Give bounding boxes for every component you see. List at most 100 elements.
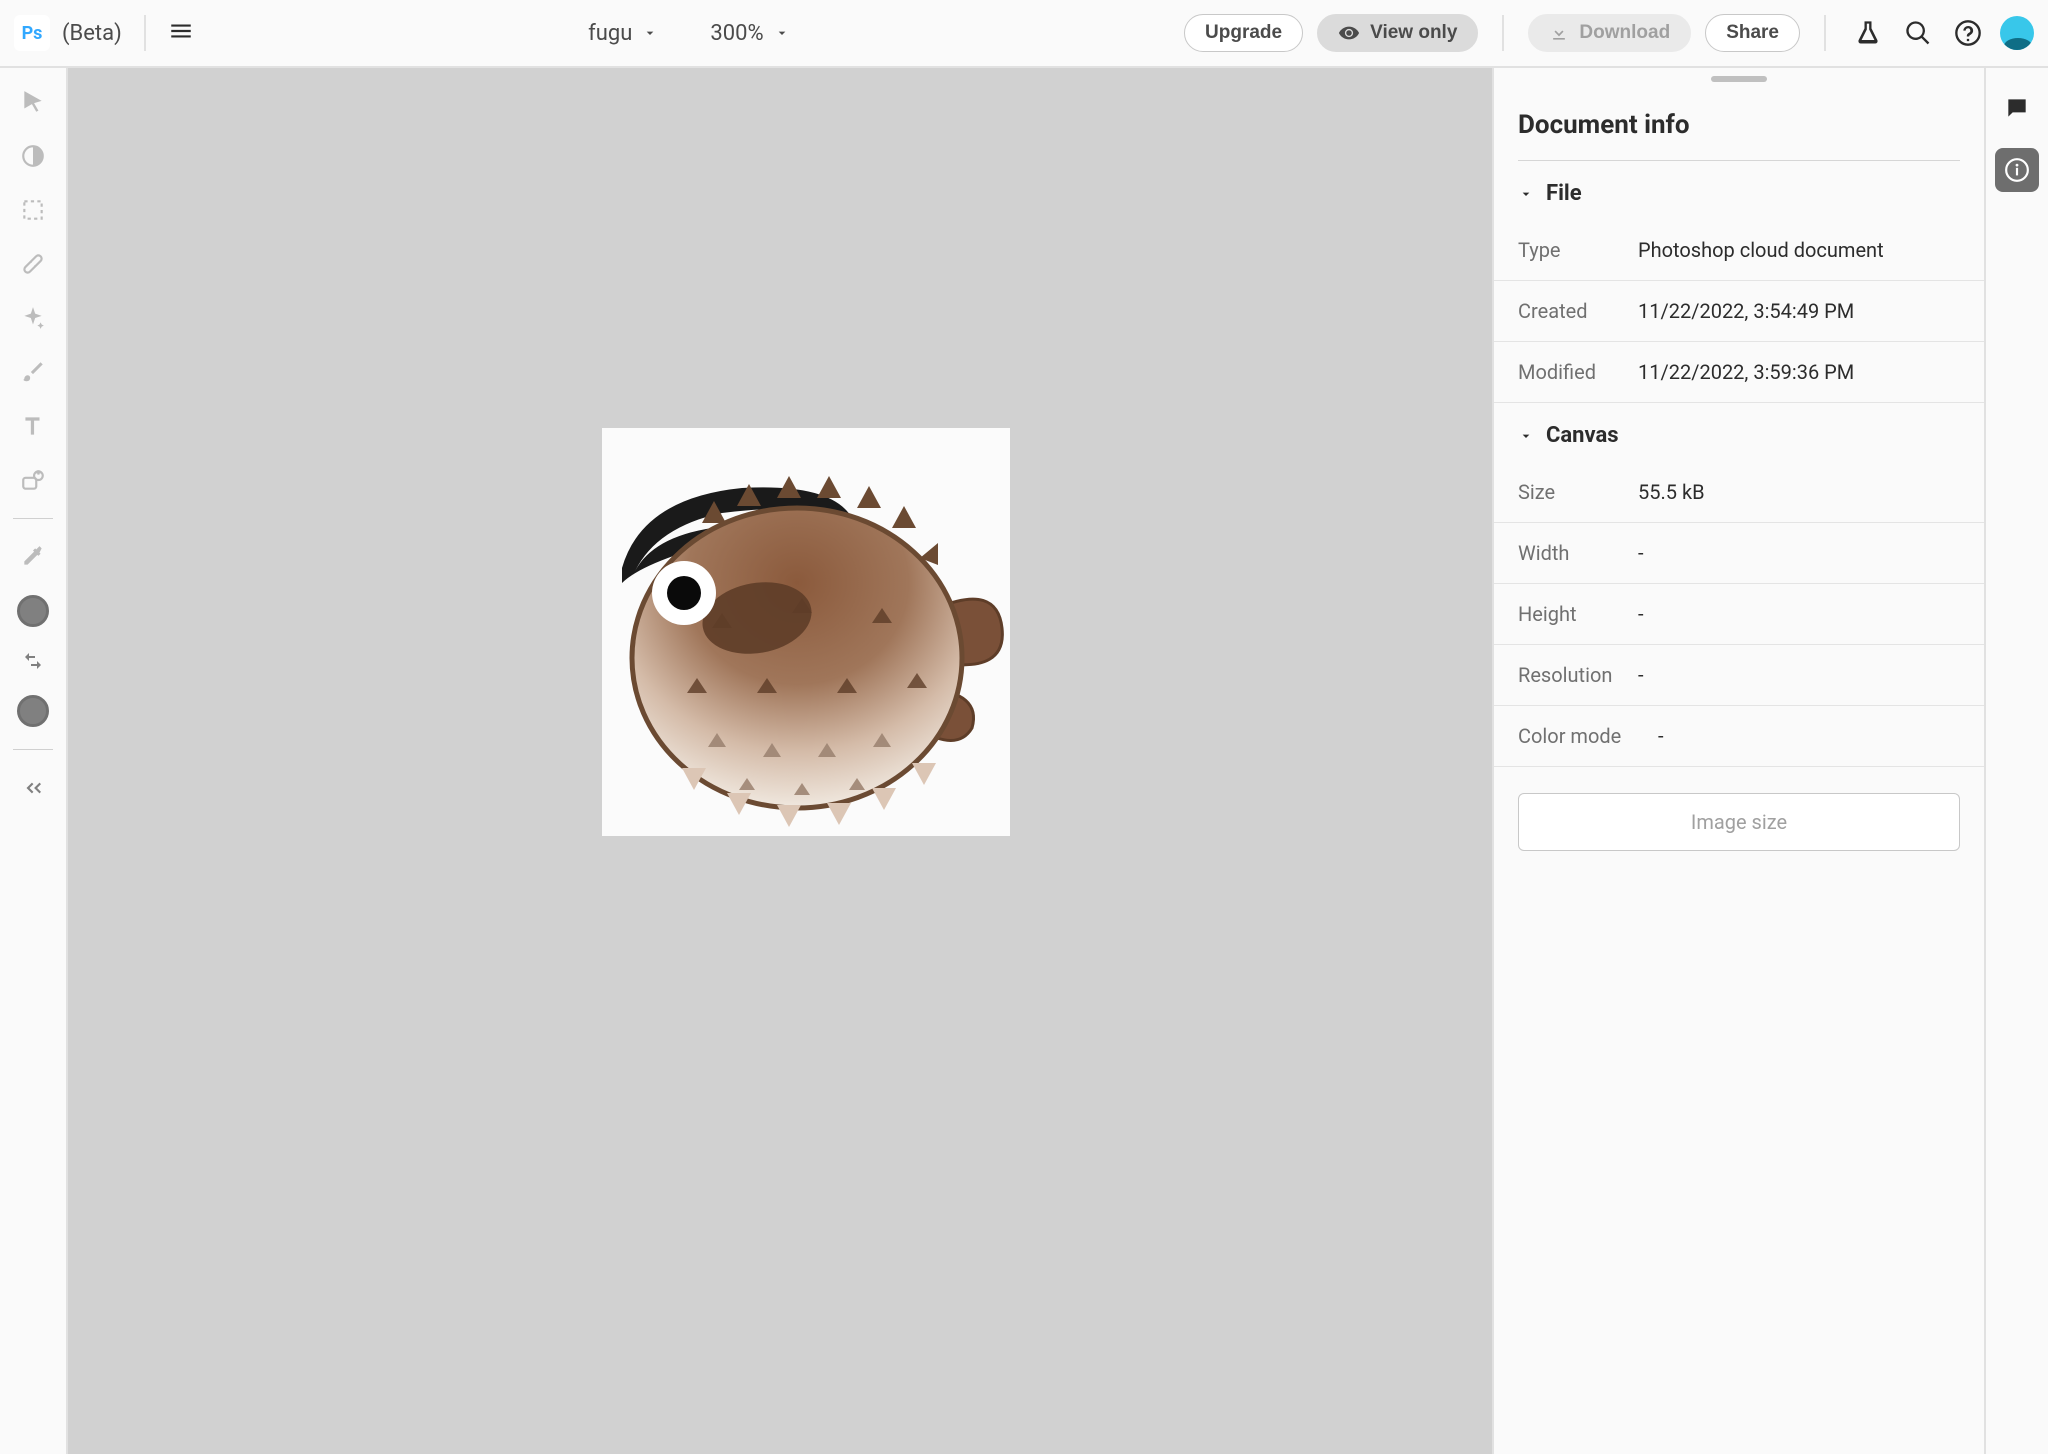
- canvas-resolution-label: Resolution: [1518, 663, 1638, 687]
- foreground-color[interactable]: [17, 595, 49, 627]
- eyedropper-tool: [17, 541, 49, 573]
- canvas-section-header[interactable]: Canvas: [1494, 403, 1984, 462]
- canvas-colormode-label: Color mode: [1518, 724, 1658, 748]
- help-button[interactable]: [1950, 15, 1986, 51]
- healing-tool: [17, 248, 49, 280]
- move-tool: [17, 86, 49, 118]
- left-toolbar: [0, 68, 68, 1454]
- canvas-height-row: Height -: [1494, 584, 1984, 645]
- hamburger-icon: [168, 18, 194, 44]
- divider: [1502, 15, 1504, 51]
- file-type-label: Type: [1518, 238, 1638, 262]
- canvas-size-value: 55.5 kB: [1638, 480, 1960, 504]
- brush-icon: [20, 359, 46, 385]
- center-controls: fugu 300%: [206, 21, 1172, 46]
- swap-icon: [21, 649, 45, 673]
- canvas-viewport[interactable]: [68, 68, 1492, 1454]
- sparkle-icon: [20, 305, 46, 331]
- image-size-button: Image size: [1518, 793, 1960, 851]
- app-logo[interactable]: Ps: [14, 15, 50, 51]
- canvas-resolution-value: -: [1638, 663, 1960, 687]
- help-icon: [1954, 19, 1982, 47]
- chevron-down-icon: [642, 25, 658, 41]
- eyedropper-icon: [20, 544, 46, 570]
- download-icon: [1549, 23, 1569, 43]
- canvas-colormode-row: Color mode -: [1494, 706, 1984, 767]
- toolbar-divider: [13, 518, 53, 519]
- comment-icon: [2004, 95, 2030, 121]
- labs-button[interactable]: [1850, 15, 1886, 51]
- right-sidebar: [1984, 68, 2048, 1454]
- file-modified-label: Modified: [1518, 360, 1638, 384]
- file-created-label: Created: [1518, 299, 1638, 323]
- upgrade-button[interactable]: Upgrade: [1184, 14, 1303, 52]
- cursor-icon: [20, 89, 46, 115]
- canvas-colormode-value: -: [1658, 724, 1960, 748]
- brush-tool: [17, 356, 49, 388]
- file-section-title: File: [1546, 181, 1582, 206]
- document-name: fugu: [588, 21, 632, 46]
- panel-resize-grip[interactable]: [1711, 76, 1767, 82]
- top-bar: Ps (Beta) fugu 300% Upgrade View only Do…: [0, 0, 2048, 68]
- view-only-button[interactable]: View only: [1317, 14, 1478, 52]
- canvas-section-title: Canvas: [1546, 423, 1619, 448]
- ai-tool: [17, 302, 49, 334]
- main-area: Document info File Type Photoshop cloud …: [0, 68, 2048, 1454]
- file-created-row: Created 11/22/2022, 3:54:49 PM: [1494, 281, 1984, 342]
- info-icon: [2004, 157, 2030, 183]
- share-button[interactable]: Share: [1705, 14, 1800, 52]
- canvas-height-value: -: [1638, 602, 1960, 626]
- adjust-tool: [17, 140, 49, 172]
- chevron-down-icon: [1518, 428, 1534, 444]
- file-section-header[interactable]: File: [1494, 161, 1984, 220]
- divider: [144, 15, 146, 51]
- chevrons-left-icon: [20, 775, 46, 801]
- beta-tag: (Beta): [62, 21, 122, 46]
- chevron-down-icon: [774, 25, 790, 41]
- collapse-toolbar-button[interactable]: [17, 772, 49, 804]
- search-icon: [1904, 19, 1932, 47]
- zoom-dropdown[interactable]: 300%: [710, 21, 789, 46]
- artwork-fugu: [602, 428, 1010, 836]
- file-modified-value: 11/22/2022, 3:59:36 PM: [1638, 360, 1960, 384]
- user-avatar[interactable]: [2000, 16, 2034, 50]
- text-tool: [17, 410, 49, 442]
- canvas-height-label: Height: [1518, 602, 1638, 626]
- file-modified-row: Modified 11/22/2022, 3:59:36 PM: [1494, 342, 1984, 403]
- file-type-row: Type Photoshop cloud document: [1494, 220, 1984, 281]
- flask-icon: [1854, 19, 1882, 47]
- shapes-icon: [20, 467, 46, 493]
- file-type-value: Photoshop cloud document: [1638, 238, 1960, 262]
- chevron-down-icon: [1518, 186, 1534, 202]
- view-only-label: View only: [1370, 22, 1457, 44]
- canvas-width-row: Width -: [1494, 523, 1984, 584]
- zoom-value: 300%: [710, 21, 763, 46]
- artboard: [602, 428, 1010, 836]
- selection-tool: [17, 194, 49, 226]
- file-created-value: 11/22/2022, 3:54:49 PM: [1638, 299, 1960, 323]
- canvas-size-row: Size 55.5 kB: [1494, 462, 1984, 523]
- document-name-dropdown[interactable]: fugu: [588, 21, 658, 46]
- info-button[interactable]: [1995, 148, 2039, 192]
- download-label: Download: [1579, 22, 1670, 44]
- canvas-width-value: -: [1638, 541, 1960, 565]
- divider: [1824, 15, 1826, 51]
- background-color[interactable]: [17, 695, 49, 727]
- marquee-icon: [20, 197, 46, 223]
- canvas-size-label: Size: [1518, 480, 1638, 504]
- swap-colors-button[interactable]: [21, 649, 45, 673]
- toolbar-divider: [13, 749, 53, 750]
- menu-button[interactable]: [168, 18, 194, 48]
- right-controls: Upgrade View only Download Share: [1184, 14, 2034, 52]
- text-icon: [20, 413, 46, 439]
- comments-button[interactable]: [1995, 86, 2039, 130]
- search-button[interactable]: [1900, 15, 1936, 51]
- canvas-width-label: Width: [1518, 541, 1638, 565]
- canvas-resolution-row: Resolution -: [1494, 645, 1984, 706]
- eye-icon: [1338, 22, 1360, 44]
- bandaid-icon: [20, 251, 46, 277]
- add-tool: [17, 464, 49, 496]
- document-info-panel: Document info File Type Photoshop cloud …: [1492, 68, 1984, 1454]
- download-button: Download: [1528, 14, 1691, 52]
- half-circle-icon: [20, 143, 46, 169]
